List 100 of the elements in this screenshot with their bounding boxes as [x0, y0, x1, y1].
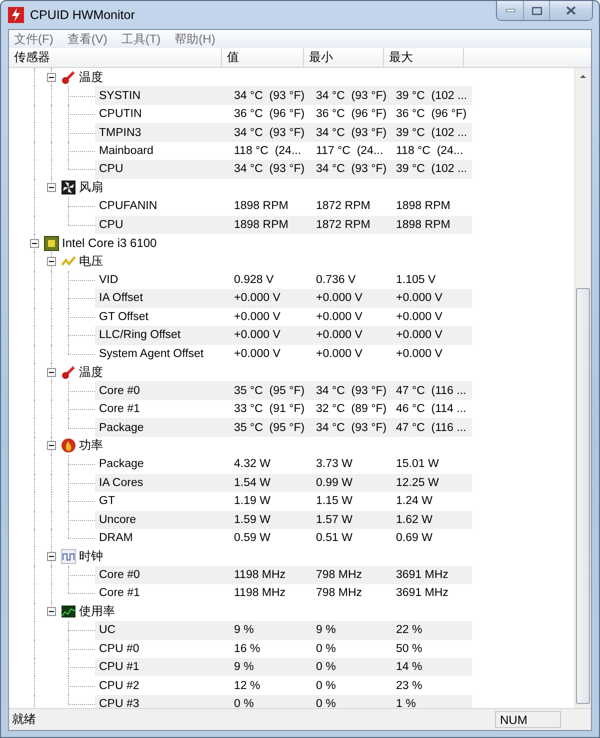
value-cell-text: 4.32 W [233, 458, 272, 470]
sensor-name: Core #0 [98, 384, 141, 397]
fan-icon [61, 180, 76, 196]
table-row[interactable]: TMPIN3 34 °C (93 °F) 34 °C (93 °F) 39 °C (102 ... [95, 123, 472, 142]
value-cell-text: 36 °C (96 °F) [233, 108, 306, 120]
min-cell-text: 34 °C (93 °F) [315, 90, 388, 102]
max-cell-text: 1898 RPM [395, 218, 452, 231]
max-cell-text: +0.000 V [395, 329, 444, 342]
waveform-icon [61, 549, 76, 564]
min-cell-text: 1.15 W [315, 495, 354, 508]
table-row[interactable]: Core #0 35 °C (95 °F) 34 °C (93 °F) 47 °C (116 ... [95, 381, 472, 400]
sensor-name: GT [98, 495, 116, 508]
min-cell-text: 3.73 W [315, 458, 354, 470]
group-label[interactable]: 温度 [79, 68, 103, 86]
value-cell-text: +0.000 V [233, 292, 282, 304]
sensor-name: CPU #2 [98, 680, 140, 692]
column-header[interactable]: 值 [222, 48, 304, 67]
value-cell-text: 16 % [233, 642, 262, 655]
value-cell-text: 34 °C (93 °F) [233, 163, 306, 176]
min-cell-text: 0.51 W [315, 532, 354, 544]
min-cell-text: 36 °C (96 °F) [315, 108, 388, 120]
sensor-name: Uncore [98, 514, 138, 526]
max-cell-text: 46 °C (114 ... [395, 403, 468, 416]
value-cell-text: 1198 MHz [233, 587, 287, 600]
close-icon [566, 6, 576, 15]
column-header[interactable]: 最大 [384, 48, 464, 67]
sensor-name: CPUTIN [98, 108, 143, 120]
table-row[interactable]: LLC/Ring Offset +0.000 V +0.000 V +0.000 V [95, 326, 472, 345]
minimize-button[interactable] [497, 1, 523, 20]
maximize-button[interactable] [523, 1, 549, 20]
group-label[interactable]: 温度 [79, 364, 103, 381]
table-row[interactable]: SYSTIN 34 °C (93 °F) 34 °C (93 °F) 39 °C (102 ... [95, 86, 472, 105]
min-cell-text: 1872 RPM [315, 200, 372, 212]
min-cell-text: 0 % [315, 698, 337, 708]
table-row[interactable]: IA Cores 1.54 W 0.99 W 12.25 W [95, 474, 472, 492]
scroll-thumb[interactable] [576, 288, 590, 704]
max-cell-text: 12.25 W [395, 476, 440, 489]
min-cell-text: 798 MHz [315, 587, 364, 600]
value-cell-text: 35 °C (95 °F) [233, 422, 306, 434]
max-cell-text: 39 °C (102 ... [395, 163, 468, 176]
close-button[interactable] [549, 1, 592, 20]
collapse-icon[interactable] [47, 441, 56, 450]
min-cell-text: 0 % [315, 642, 337, 655]
collapse-icon[interactable] [47, 183, 56, 192]
group-label[interactable]: 风扇 [79, 179, 103, 196]
sensor-name: TMPIN3 [98, 126, 142, 139]
collapse-icon[interactable] [30, 238, 39, 248]
group-label[interactable]: 功率 [79, 437, 103, 454]
value-cell-text: 12 % [233, 680, 262, 692]
scrollbar[interactable] [574, 68, 591, 708]
sensor-name: Core #1 [98, 587, 141, 600]
sensor-name: CPU [98, 218, 124, 231]
min-cell-text: 34 °C (93 °F) [315, 163, 388, 176]
table-row[interactable]: CPU 1898 RPM 1872 RPM 1898 RPM [95, 216, 472, 234]
min-cell-text: 798 MHz [315, 569, 364, 582]
table-row[interactable]: CPU 34 °C (93 °F) 34 °C (93 °F) 39 °C (102 ... [95, 160, 472, 179]
sensor-name: CPU #3 [98, 698, 140, 708]
sensor-name: Core #1 [98, 403, 141, 416]
sensor-name: GT Offset [98, 310, 150, 323]
minimize-icon [506, 9, 514, 12]
window-title: CPUID HWMonitor [30, 8, 136, 22]
sensor-name: Mainboard [98, 144, 154, 157]
value-cell-text: +0.000 V [233, 348, 282, 360]
sensor-name: System Agent Offset [98, 348, 205, 360]
table-row[interactable]: CPU #3 0 % 0 % 1 % [95, 694, 472, 708]
max-cell-text: 1.105 V [395, 274, 437, 286]
collapse-icon[interactable] [47, 552, 56, 562]
menu-item[interactable]: 查看(V) [67, 30, 108, 48]
collapse-icon[interactable] [47, 607, 56, 616]
table-row[interactable]: CPU #1 9 % 0 % 14 % [95, 658, 472, 676]
sensor-name: CPUFANIN [98, 200, 158, 212]
min-cell-text: +0.000 V [315, 329, 364, 342]
max-cell-text: 1.24 W [395, 495, 434, 508]
column-header[interactable]: 传感器 [9, 48, 222, 67]
value-cell-text: 0.928 V [233, 274, 275, 286]
value-cell-text: 9 % [233, 661, 255, 674]
chip-icon [44, 236, 59, 251]
collapse-icon[interactable] [47, 257, 56, 266]
sensor-name: CPU #0 [98, 642, 140, 655]
device-label[interactable]: Intel Core i3 6100 [62, 236, 157, 250]
max-cell-text: 50 % [395, 642, 424, 655]
min-cell-text: 0.99 W [315, 476, 354, 489]
min-cell-text: 0.736 V [315, 274, 357, 286]
group-label[interactable]: 使用率 [79, 603, 115, 620]
collapse-icon[interactable] [47, 72, 56, 82]
table-row[interactable]: Uncore 1.59 W 1.57 W 1.62 W [95, 510, 472, 529]
column-header[interactable]: 最小 [304, 48, 384, 67]
table-row[interactable]: UC 9 % 9 % 22 % [95, 621, 472, 640]
collapse-icon[interactable] [47, 368, 56, 377]
table-row[interactable]: Core #0 1198 MHz 798 MHz 3691 MHz [95, 566, 472, 584]
max-cell-text: 118 °C (24... [395, 144, 464, 157]
group-label[interactable]: 时钟 [79, 548, 103, 566]
menu-item[interactable]: 工具(T) [121, 30, 161, 48]
table-row[interactable]: Package 35 °C (95 °F) 34 °C (93 °F) 47 °C (116 ... [95, 418, 472, 437]
value-cell-text: 0.59 W [233, 532, 272, 544]
menu-item[interactable]: 文件(F) [14, 30, 54, 48]
table-row[interactable]: IA Offset +0.000 V +0.000 V +0.000 V [95, 289, 472, 308]
max-cell-text: 3691 MHz [395, 569, 450, 582]
group-label[interactable]: 电压 [79, 253, 103, 270]
menu-item[interactable]: 帮助(H) [174, 30, 216, 48]
